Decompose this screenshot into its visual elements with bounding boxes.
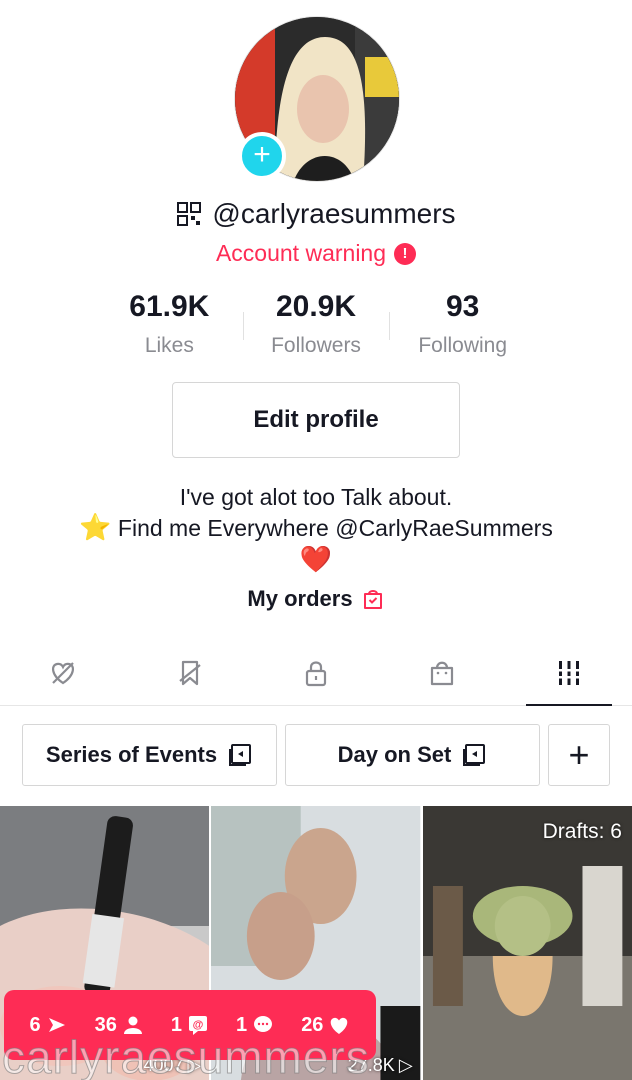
username-watermark: carlyraesummers [2,1031,370,1080]
add-avatar-button[interactable]: + [238,132,286,180]
shop-bag-icon [431,661,454,685]
my-orders-link[interactable]: My orders [0,586,632,612]
account-warning-link[interactable]: Account warning ! [0,240,632,267]
hidden-liked-icon [52,661,75,684]
playlist-icon [229,744,252,766]
bio-line-1: I've got alot too Talk about. [179,484,453,510]
video-thumbnail-image [422,806,632,1080]
profile-bio: I've got alot too Talk about. ⭐ Find me … [0,482,632,575]
stat-followers[interactable]: 20.9K Followers [242,286,390,366]
tab-hidden-liked[interactable] [0,640,126,705]
play-icon: ▷ [398,1055,413,1075]
profile-tabs [0,640,632,706]
playlist-day-on-set[interactable]: Day on Set [285,724,540,786]
playlist-label: Series of Events [45,742,218,767]
lock-icon [305,660,327,686]
tab-shop[interactable] [379,640,505,705]
tab-hidden-bookmark[interactable] [126,640,252,705]
star-emoji: ⭐ [79,512,112,542]
likes-count: 61.9K [129,290,210,323]
likes-label: Likes [144,334,194,357]
shopping-bag-icon [363,590,382,609]
following-count[interactable]: 93 [389,290,536,324]
playlist-bar: Series of Events Day on Set + [22,724,610,786]
username: @carlyraesummers [212,198,456,229]
profile-avatar-container[interactable]: + [234,16,400,182]
drafts-label: Drafts: 6 [542,820,622,843]
my-orders-label[interactable]: My orders [247,586,352,612]
qr-code-icon[interactable] [176,201,202,227]
drafts-thumbnail[interactable]: Drafts: 6 [422,806,632,1080]
following-label[interactable]: Following [389,334,536,358]
hidden-bookmark-icon [178,660,201,685]
alert-icon: ! [394,242,417,265]
profile-stats: 61.9K Likes 20.9K Followers 93 Following [96,286,536,366]
playlist-label: Day on Set [337,742,452,767]
edit-profile-button[interactable]: Edit profile [172,382,460,458]
playlist-icon [463,744,486,766]
account-warning-text[interactable]: Account warning [216,240,386,267]
username-row: @carlyraesummers [0,198,632,230]
grid-icon [556,660,581,685]
tab-private[interactable] [253,640,379,705]
followers-count[interactable]: 20.9K [243,290,390,324]
heart-emoji: ❤️ [299,544,333,574]
playlist-series-of-events[interactable]: Series of Events [22,724,277,786]
add-playlist-button[interactable]: + [548,724,610,786]
tab-videos[interactable] [506,640,632,706]
followers-label[interactable]: Followers [243,334,390,358]
stat-likes: 61.9K Likes [96,286,243,366]
stat-following[interactable]: 93 Following [389,286,536,366]
bio-line-2: Find me Everywhere @CarlyRaeSummers [117,515,553,541]
